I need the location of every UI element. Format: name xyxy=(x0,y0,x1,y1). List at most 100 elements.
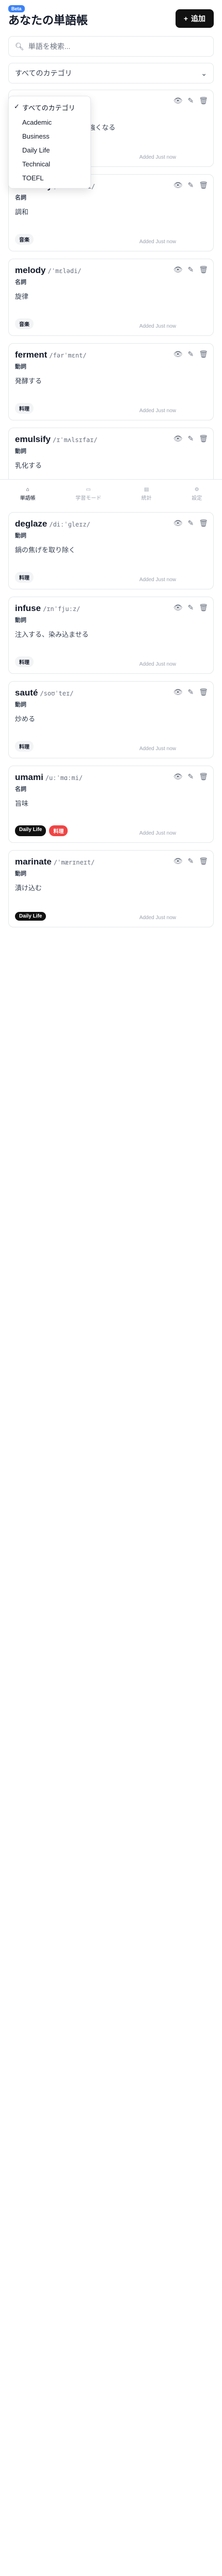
added-timestamp: Added Just now xyxy=(139,746,176,752)
bottom-tab-bar: ⌂ 単語帳 ▭ 学習モード ▤ 統計 ⚙ 設定 xyxy=(0,479,222,508)
eye-icon[interactable]: 👁︎ xyxy=(173,181,183,190)
gear-icon: ⚙ xyxy=(194,486,199,493)
added-timestamp: Added Just now xyxy=(139,662,176,667)
card-actions: 👁︎ ✎ 🗑︎ xyxy=(173,772,208,781)
edit-icon[interactable]: ✎ xyxy=(187,603,194,612)
category-dropdown: すべてのカテゴリ Academic Business Daily Life Te… xyxy=(8,96,91,189)
category-option[interactable]: Daily Life xyxy=(9,143,90,157)
trash-icon[interactable]: 🗑︎ xyxy=(199,96,208,105)
tab-stats[interactable]: ▤ 統計 xyxy=(141,487,152,501)
category-tag: 音楽 xyxy=(15,318,34,329)
tag-list: 料理 xyxy=(15,656,34,667)
trash-icon[interactable]: 🗑︎ xyxy=(199,772,208,781)
added-timestamp: Added Just now xyxy=(139,577,176,583)
edit-icon[interactable]: ✎ xyxy=(187,96,194,105)
edit-icon[interactable]: ✎ xyxy=(187,857,194,866)
part-of-speech: 動詞 xyxy=(15,617,26,623)
word-text: umami xyxy=(15,772,43,782)
category-tag: 料理 xyxy=(15,656,34,667)
trash-icon[interactable]: 🗑︎ xyxy=(199,688,208,697)
card-actions: 👁︎ ✎ 🗑︎ xyxy=(173,265,208,274)
trash-icon[interactable]: 🗑︎ xyxy=(199,519,208,528)
category-tag: Daily Life xyxy=(15,912,46,921)
added-timestamp: Added Just now xyxy=(139,324,176,329)
added-timestamp: Added Just now xyxy=(139,408,176,414)
trash-icon[interactable]: 🗑︎ xyxy=(199,603,208,612)
word-card[interactable]: umami/uːˈmɑːmi/ 名詞 旨味 Daily Life 料理 Added… xyxy=(8,766,214,843)
tab-settings[interactable]: ⚙ 設定 xyxy=(192,487,202,501)
add-word-label: 追加 xyxy=(191,14,205,23)
word-card[interactable]: deglaze/diːˈɡleɪz/ 動詞 鍋の焦げを取り除く 料理 Added… xyxy=(8,512,214,589)
part-of-speech: 動詞 xyxy=(15,871,26,877)
tag-list: 音楽 xyxy=(15,234,34,245)
trash-icon[interactable]: 🗑︎ xyxy=(199,181,208,190)
edit-icon[interactable]: ✎ xyxy=(187,350,194,359)
tab-study[interactable]: ▭ 学習モード xyxy=(75,487,101,501)
eye-icon[interactable]: 👁︎ xyxy=(173,96,183,105)
category-tag: Daily Life xyxy=(15,825,46,836)
category-option[interactable]: Academic xyxy=(9,115,90,129)
word-card[interactable]: infuse/ɪnˈfjuːz/ 動詞 注入する、染み込ませる 料理 Added… xyxy=(8,597,214,674)
edit-icon[interactable]: ✎ xyxy=(187,688,194,697)
eye-icon[interactable]: 👁︎ xyxy=(173,434,183,443)
category-option[interactable]: Technical xyxy=(9,157,90,171)
category-tag: 音楽 xyxy=(15,234,34,245)
word-card[interactable]: ferment/fərˈmɛnt/ 動詞 発酵する 料理 Added Just … xyxy=(8,343,214,420)
page-title: あなたの単語帳 xyxy=(8,14,88,27)
pronunciation: /ɪnˈfjuːz/ xyxy=(43,605,81,613)
eye-icon[interactable]: 👁︎ xyxy=(173,519,183,528)
eye-icon[interactable]: 👁︎ xyxy=(173,688,183,697)
edit-icon[interactable]: ✎ xyxy=(187,434,194,443)
word-card[interactable]: marinate/ˈmærɪneɪt/ 動詞 漬け込む Daily Life A… xyxy=(8,850,214,927)
trash-icon[interactable]: 🗑︎ xyxy=(199,857,208,866)
part-of-speech: 動詞 xyxy=(15,448,26,454)
edit-icon[interactable]: ✎ xyxy=(187,265,194,274)
pronunciation: /ˈmɛlədi/ xyxy=(47,267,82,275)
card-actions: 👁︎ ✎ 🗑︎ xyxy=(173,434,208,443)
word-card[interactable]: sauté/soʊˈteɪ/ 動詞 炒める 料理 Added Just now … xyxy=(8,681,214,758)
eye-icon[interactable]: 👁︎ xyxy=(173,772,183,781)
search-placeholder: 単語を検索... xyxy=(28,42,71,50)
home-icon: ⌂ xyxy=(26,486,29,493)
tag-list: 料理 xyxy=(15,572,34,583)
category-option[interactable]: すべてのカテゴリ xyxy=(9,99,90,115)
word-text: melody xyxy=(15,265,46,275)
eye-icon[interactable]: 👁︎ xyxy=(173,265,183,274)
pronunciation: /uːˈmɑːmi/ xyxy=(45,774,83,782)
search-input[interactable]: 🔍︎ 単語を検索... xyxy=(8,36,214,57)
category-select[interactable]: すべてのカテゴリ ⌄ xyxy=(8,63,214,83)
pronunciation: /ɪˈmʌlsɪfaɪ/ xyxy=(52,436,98,444)
trash-icon[interactable]: 🗑︎ xyxy=(199,434,208,443)
word-card[interactable]: melody/ˈmɛlədi/ 名詞 旋律 音楽 Added Just now … xyxy=(8,259,214,336)
tag-list: Daily Life 料理 xyxy=(15,825,68,836)
add-word-button[interactable]: + 追加 xyxy=(175,9,214,28)
added-timestamp: Added Just now xyxy=(139,239,176,245)
category-tag: 料理 xyxy=(15,572,34,583)
category-option[interactable]: TOEFL xyxy=(9,171,90,185)
word-meaning: 漬け込む xyxy=(15,884,42,892)
eye-icon[interactable]: 👁︎ xyxy=(173,350,183,359)
edit-icon[interactable]: ✎ xyxy=(187,772,194,781)
eye-icon[interactable]: 👁︎ xyxy=(173,857,183,866)
word-meaning: 発酵する xyxy=(15,377,42,385)
category-tag: 料理 xyxy=(15,403,34,414)
edit-icon[interactable]: ✎ xyxy=(187,519,194,528)
tab-wordbook[interactable]: ⌂ 単語帳 xyxy=(20,487,36,501)
added-timestamp: Added Just now xyxy=(139,831,176,836)
eye-icon[interactable]: 👁︎ xyxy=(173,603,183,612)
pronunciation: /fərˈmɛnt/ xyxy=(49,352,87,359)
trash-icon[interactable]: 🗑︎ xyxy=(199,265,208,274)
trash-icon[interactable]: 🗑︎ xyxy=(199,350,208,359)
part-of-speech: 名詞 xyxy=(15,786,26,792)
edit-icon[interactable]: ✎ xyxy=(187,181,194,190)
category-tag: 料理 xyxy=(15,741,34,752)
added-timestamp: Added Just now xyxy=(139,915,176,921)
word-meaning: 乳化する xyxy=(15,462,42,469)
card-actions: 👁︎ ✎ 🗑︎ xyxy=(173,350,208,359)
plus-icon: + xyxy=(183,14,188,23)
word-meaning: 旨味 xyxy=(15,800,29,807)
category-selected: すべてのカテゴリ xyxy=(15,69,72,77)
word-meaning: 注入する、染み込ませる xyxy=(15,631,89,638)
word-text: infuse xyxy=(15,603,41,613)
category-option[interactable]: Business xyxy=(9,129,90,143)
